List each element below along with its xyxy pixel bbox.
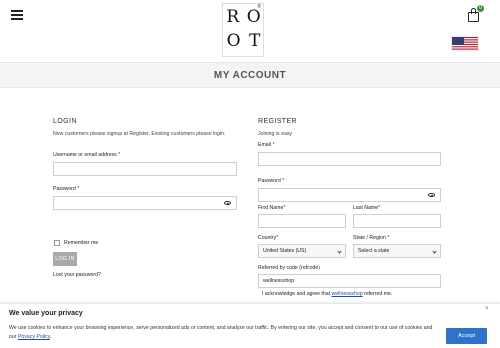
last-name-label: Last Name* [353, 205, 380, 211]
login-intro: New customers please signup at Register.… [53, 131, 226, 137]
email-label: Email * [258, 142, 274, 148]
username-label-text: Username or email address [53, 152, 117, 158]
referral-label: Referred by code (refcode) [258, 265, 320, 271]
country-select[interactable]: United States (US) [258, 244, 346, 258]
required-mark: * [282, 178, 285, 184]
registered-mark: ® [257, 4, 261, 10]
cookie-body-end: . [49, 334, 52, 340]
remember-me-label: Remember me [64, 240, 99, 246]
email-field[interactable] [258, 152, 441, 166]
remember-me-checkbox[interactable] [54, 240, 60, 246]
chevron-down-icon [432, 249, 437, 254]
register-heading: REGISTER [258, 118, 297, 125]
required-mark: * [378, 205, 381, 211]
referral-code-field[interactable]: wellnessshop [258, 274, 441, 288]
referrer-link[interactable]: wellnessshop [332, 291, 363, 297]
agreement-prefix: I acknowledge and agree that [262, 291, 332, 297]
state-label-text: State / Region [353, 235, 386, 241]
cookie-consent-banner: We value your privacy We use cookies to … [0, 304, 500, 348]
cookie-title: We value your privacy [9, 310, 83, 317]
first-name-field[interactable] [258, 214, 346, 228]
agreement-suffix: referred me. [362, 291, 393, 297]
show-password-icon[interactable] [224, 201, 231, 205]
last-name-field[interactable] [353, 214, 441, 228]
cart-icon[interactable]: 0 [468, 5, 484, 22]
logo-letter: O [226, 31, 242, 51]
required-mark: * [387, 235, 390, 241]
required-mark: * [77, 186, 80, 192]
logo-letter: T [248, 31, 262, 51]
cookie-body-text: We use cookies to enhance your browsing … [9, 325, 433, 340]
first-name-label-text: First Name [258, 205, 284, 211]
register-intro: Joining is easy [258, 131, 293, 137]
email-label-text: Email [258, 142, 271, 148]
login-password-input[interactable] [53, 196, 237, 210]
site-logo[interactable]: RO OT ® [222, 3, 264, 57]
state-label: State / Region * [353, 235, 389, 241]
show-password-icon[interactable] [428, 193, 435, 197]
united-states-flag-icon[interactable] [451, 36, 479, 51]
privacy-policy-link[interactable]: Privacy Policy [18, 334, 50, 340]
password-label: Password * [53, 186, 79, 192]
country-select-value: United States (US) [263, 248, 307, 254]
chevron-down-icon [337, 249, 342, 254]
last-name-label-text: Last Name [353, 205, 379, 211]
login-heading: LOGIN [53, 118, 77, 125]
menu-icon[interactable] [11, 10, 23, 20]
site-header: RO OT ® 0 [0, 0, 500, 62]
lost-password-link[interactable]: Lost your password? [53, 272, 101, 278]
required-mark: * [118, 152, 121, 158]
username-input[interactable] [53, 162, 237, 176]
logo-letter: R [226, 7, 241, 27]
password-label-text: Password [53, 186, 76, 192]
register-password-label: Password * [258, 178, 284, 184]
required-mark: * [283, 205, 286, 211]
register-password-input[interactable] [258, 188, 441, 202]
cart-count-badge: 0 [477, 5, 484, 12]
required-mark: * [276, 235, 279, 241]
logo-letter: O [246, 7, 262, 27]
page-title: MY ACCOUNT [213, 70, 287, 81]
state-select[interactable]: Select a state [353, 244, 441, 258]
close-icon[interactable]: × [485, 306, 489, 312]
referral-agreement: I acknowledge and agree that wellnesssho… [262, 291, 392, 297]
username-label: Username or email address * [53, 152, 120, 158]
register-password-label-text: Password [258, 178, 281, 184]
page-title-band: MY ACCOUNT [0, 62, 500, 88]
first-name-label: First Name* [258, 205, 285, 211]
cookie-body: We use cookies to enhance your browsing … [9, 324, 439, 342]
country-label-text: Country [258, 235, 277, 241]
referral-code-value: wellnessshop [263, 278, 295, 284]
accept-cookies-button[interactable]: Accept [446, 328, 487, 344]
login-button[interactable]: LOG IN [53, 252, 77, 266]
state-select-value: Select a state [358, 248, 390, 254]
country-label: Country* [258, 235, 278, 241]
required-mark: * [272, 142, 275, 148]
